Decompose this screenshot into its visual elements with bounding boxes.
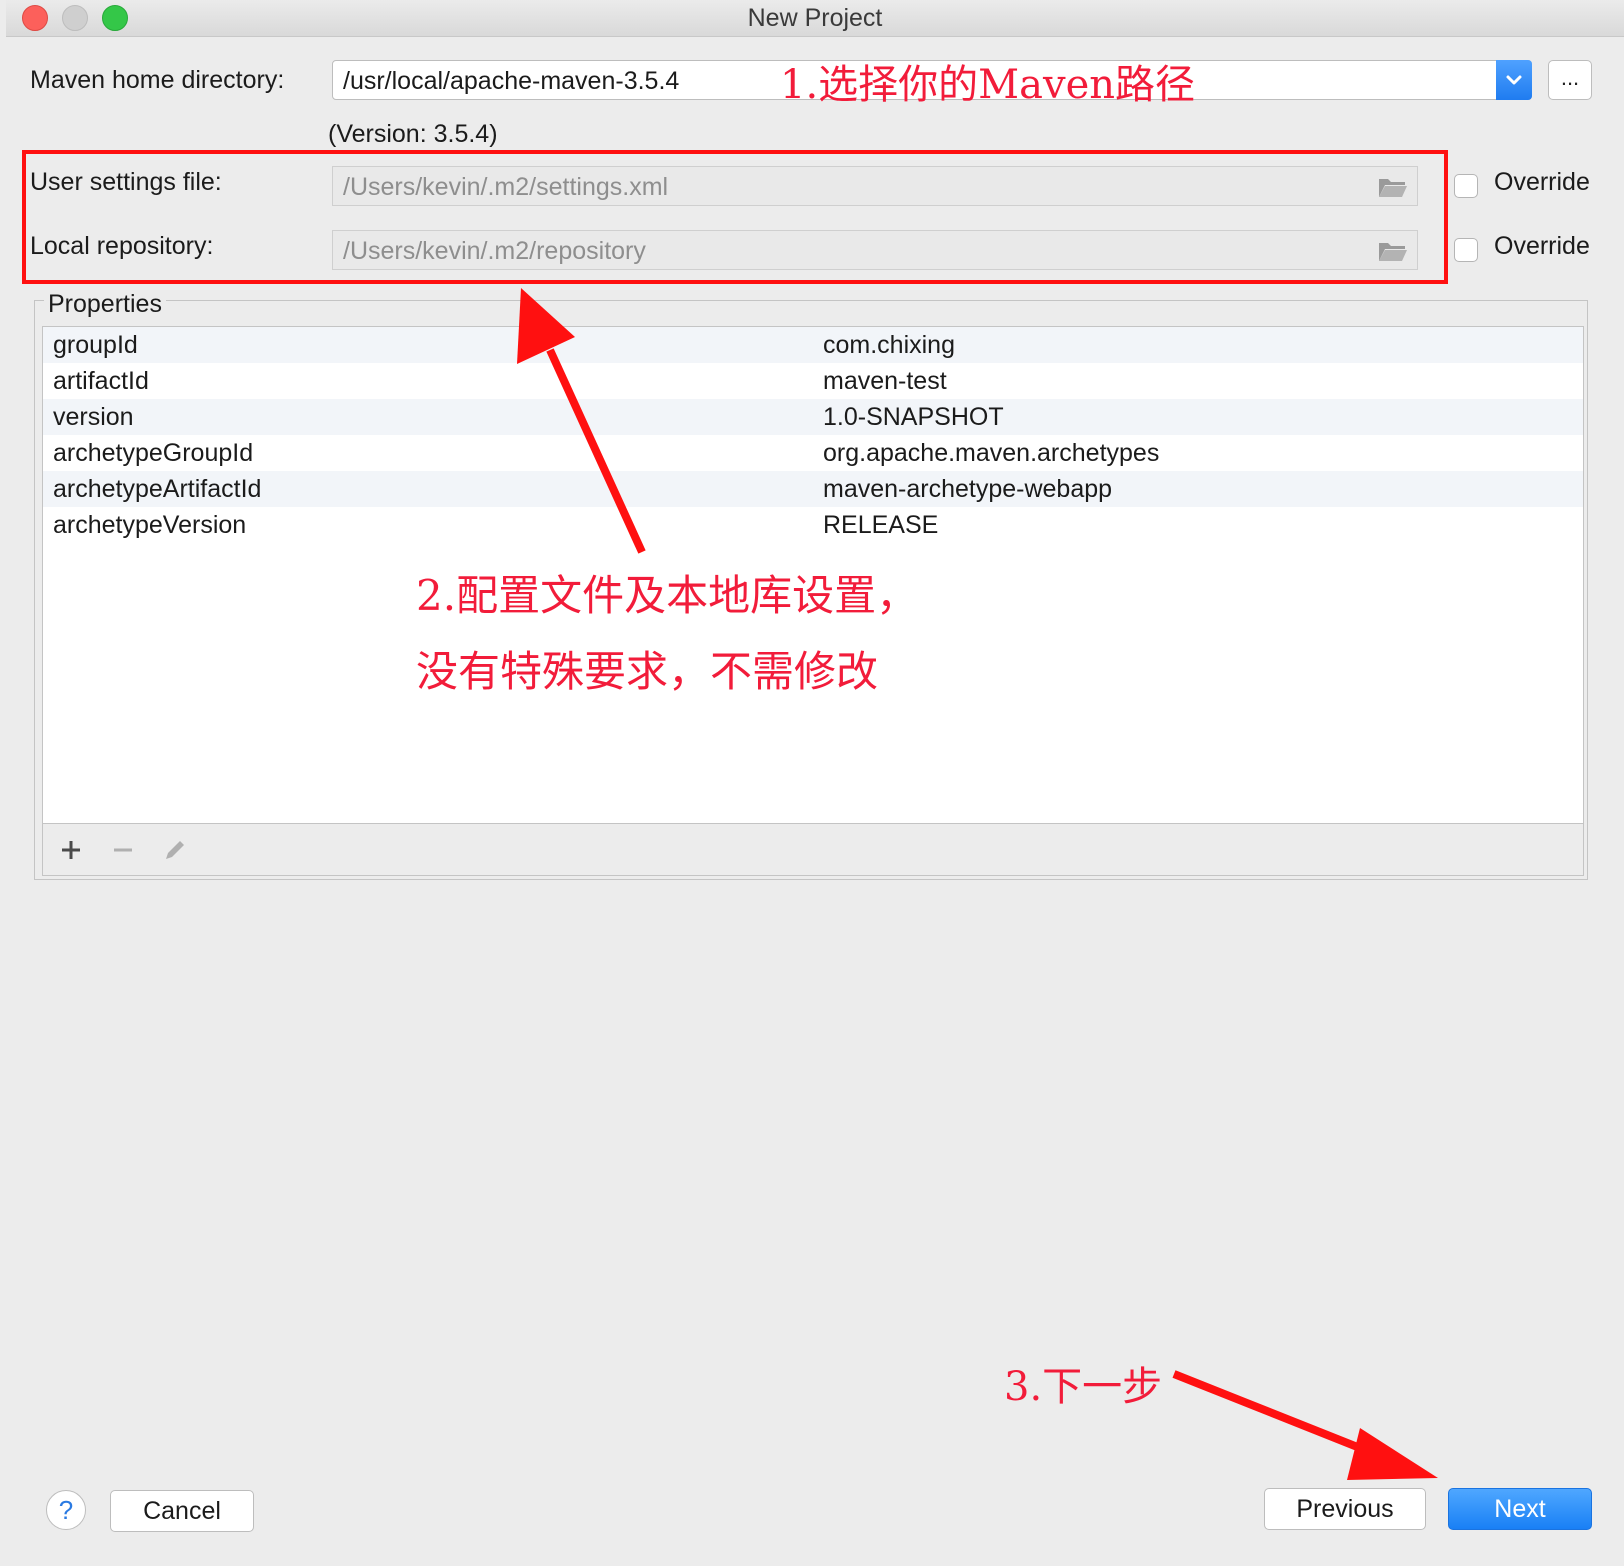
property-value: org.apache.maven.archetypes [823, 439, 1160, 467]
title-bar: New Project [6, 0, 1624, 37]
table-row[interactable]: artifactId maven-test [43, 363, 1583, 399]
override-user-settings-label: Override [1494, 168, 1590, 196]
table-row[interactable]: archetypeGroupId org.apache.maven.archet… [43, 435, 1583, 471]
cancel-button[interactable]: Cancel [110, 1490, 254, 1532]
property-key: archetypeGroupId [53, 439, 254, 467]
property-key: artifactId [53, 367, 149, 395]
properties-toolbar [42, 824, 1584, 876]
maven-home-value: /usr/local/apache-maven-3.5.4 [343, 67, 680, 95]
annotation-highlight-box [22, 150, 1448, 284]
table-row[interactable]: version 1.0-SNAPSHOT [43, 399, 1583, 435]
browse-maven-home-button[interactable]: ... [1548, 60, 1592, 100]
remove-icon[interactable] [109, 836, 137, 864]
table-row[interactable]: archetypeVersion RELEASE [43, 507, 1583, 543]
property-value: maven-test [823, 367, 947, 395]
property-value: com.chixing [823, 331, 955, 359]
annotation-step2-line1: 2.配置文件及本地库设置， [416, 571, 919, 620]
window-title: New Project [747, 4, 883, 32]
property-key: groupId [53, 331, 138, 359]
override-user-settings-checkbox[interactable] [1454, 174, 1478, 198]
property-value: RELEASE [823, 511, 939, 539]
add-icon[interactable] [57, 836, 85, 864]
table-row[interactable]: archetypeArtifactId maven-archetype-weba… [43, 471, 1583, 507]
property-key: archetypeVersion [53, 511, 247, 539]
annotation-step3: 3.下一步 [1004, 1364, 1163, 1410]
property-key: version [53, 403, 134, 431]
property-value: maven-archetype-webapp [823, 475, 1113, 503]
next-button[interactable]: Next [1448, 1488, 1592, 1530]
property-value: 1.0-SNAPSHOT [823, 403, 1004, 431]
chevron-down-icon[interactable] [1496, 60, 1532, 100]
property-key: archetypeArtifactId [53, 475, 262, 503]
properties-title: Properties [44, 290, 166, 319]
edit-icon[interactable] [161, 836, 189, 864]
help-button[interactable]: ? [46, 1490, 86, 1530]
annotation-step2-line2: 没有特殊要求，不需修改 [416, 647, 879, 696]
table-row[interactable]: groupId com.chixing [43, 327, 1583, 363]
override-local-repository-checkbox[interactable] [1454, 238, 1478, 262]
override-local-repository-label: Override [1494, 232, 1590, 260]
annotation-step1: 1.选择你的Maven路径 [780, 62, 1195, 108]
previous-button[interactable]: Previous [1264, 1488, 1426, 1530]
maven-home-label: Maven home directory: [30, 66, 285, 94]
maven-version-text: (Version: 3.5.4) [328, 120, 498, 148]
